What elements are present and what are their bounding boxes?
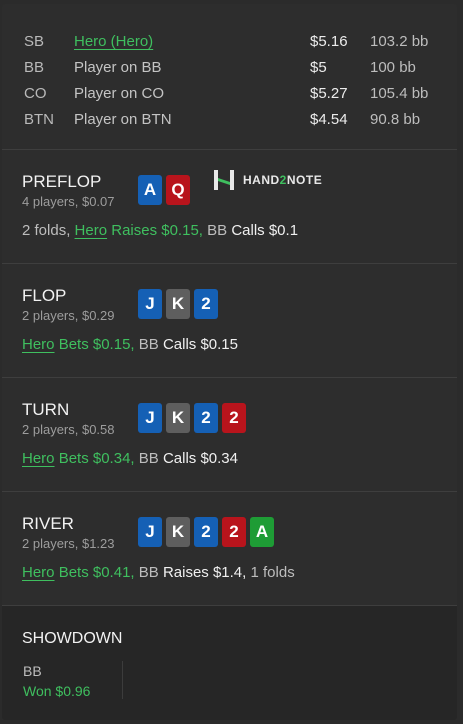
showdown-result: Won $0.96 — [23, 683, 91, 699]
hero-link[interactable]: Hero — [22, 336, 55, 353]
street-river: RIVER 2 players, $1.23 J K 2 2 A Hero Be… — [2, 492, 457, 606]
card: J — [138, 517, 162, 547]
street-summary: 2 players, $0.58 — [22, 422, 115, 437]
hand2note-logo-text: HAND2NOTE — [243, 173, 323, 187]
street-actions: 2 folds, Hero Raises $0.15, BB Calls $0.… — [22, 222, 299, 239]
card: 2 — [194, 517, 218, 547]
card: 2 — [194, 403, 218, 433]
street-actions: Hero Bets $0.34, BB Calls $0.34 — [22, 450, 238, 467]
card: Q — [166, 175, 190, 205]
street-actions: Hero Bets $0.41, BB Raises $1.4, 1 folds — [22, 564, 295, 581]
player-position: SB — [24, 33, 45, 50]
card: A — [250, 517, 274, 547]
card: A — [138, 175, 162, 205]
card: 2 — [222, 403, 246, 433]
hole-cards: A Q — [138, 175, 190, 205]
divider — [122, 661, 123, 699]
player-stack: $4.54 — [310, 111, 348, 128]
player-stack: $5.16 — [310, 33, 348, 50]
street-summary: 2 players, $1.23 — [22, 536, 115, 551]
street-preflop: PREFLOP 4 players, $0.07 A Q HAND2NOTE 2… — [2, 150, 457, 264]
showdown-section: SHOWDOWN BB Won $0.96 — [2, 606, 457, 720]
player-position: BB — [24, 59, 45, 76]
street-flop: FLOP 2 players, $0.29 J K 2 Hero Bets $0… — [2, 264, 457, 378]
player-row-co: CO Player on CO $5.27 105.4 bb — [2, 81, 457, 107]
board-cards: J K 2 2 — [138, 403, 246, 433]
player-name: Player on CO — [74, 85, 165, 102]
hero-link[interactable]: Hero — [22, 450, 55, 467]
card: K — [166, 289, 190, 319]
street-title: TURN — [22, 400, 70, 419]
board-cards: J K 2 — [138, 289, 218, 319]
player-name: Player on BTN — [74, 111, 172, 128]
street-summary: 2 players, $0.29 — [22, 308, 115, 323]
player-row-sb: SB Hero (Hero) $5.16 103.2 bb — [2, 29, 457, 55]
player-row-bb: BB Player on BB $5 100 bb — [2, 55, 457, 81]
street-title: FLOP — [22, 286, 67, 305]
hand-history-panel: SB Hero (Hero) $5.16 103.2 bb BB Player … — [2, 4, 457, 720]
card: K — [166, 403, 190, 433]
street-title: PREFLOP — [22, 172, 102, 191]
player-stack: $5 — [310, 59, 327, 76]
hand2note-logo: HAND2NOTE — [213, 169, 322, 191]
board-cards: J K 2 2 A — [138, 517, 274, 547]
hero-link[interactable]: Hero — [75, 222, 108, 239]
card: K — [166, 517, 190, 547]
player-name-hero[interactable]: Hero (Hero) — [74, 29, 153, 55]
player-stack: $5.27 — [310, 85, 348, 102]
card: J — [138, 403, 162, 433]
player-name: Player on BB — [74, 59, 162, 76]
player-row-btn: BTN Player on BTN $4.54 90.8 bb — [2, 107, 457, 133]
street-actions: Hero Bets $0.15, BB Calls $0.15 — [22, 336, 238, 353]
card: 2 — [194, 289, 218, 319]
players-table: SB Hero (Hero) $5.16 103.2 bb BB Player … — [2, 4, 457, 150]
street-title: RIVER — [22, 514, 74, 533]
player-stack-bb: 90.8 bb — [370, 111, 421, 128]
showdown-position: BB — [23, 663, 42, 679]
street-turn: TURN 2 players, $0.58 J K 2 2 Hero Bets … — [2, 378, 457, 492]
hand2note-logo-icon — [213, 169, 235, 191]
card: 2 — [222, 517, 246, 547]
showdown-title: SHOWDOWN — [22, 630, 123, 647]
street-summary: 4 players, $0.07 — [22, 194, 115, 209]
player-stack-bb: 103.2 bb — [370, 33, 429, 50]
player-position: BTN — [24, 111, 54, 128]
player-stack-bb: 100 bb — [370, 59, 416, 76]
card: J — [138, 289, 162, 319]
hero-link[interactable]: Hero — [22, 564, 55, 581]
player-position: CO — [24, 85, 47, 102]
player-stack-bb: 105.4 bb — [370, 85, 429, 102]
